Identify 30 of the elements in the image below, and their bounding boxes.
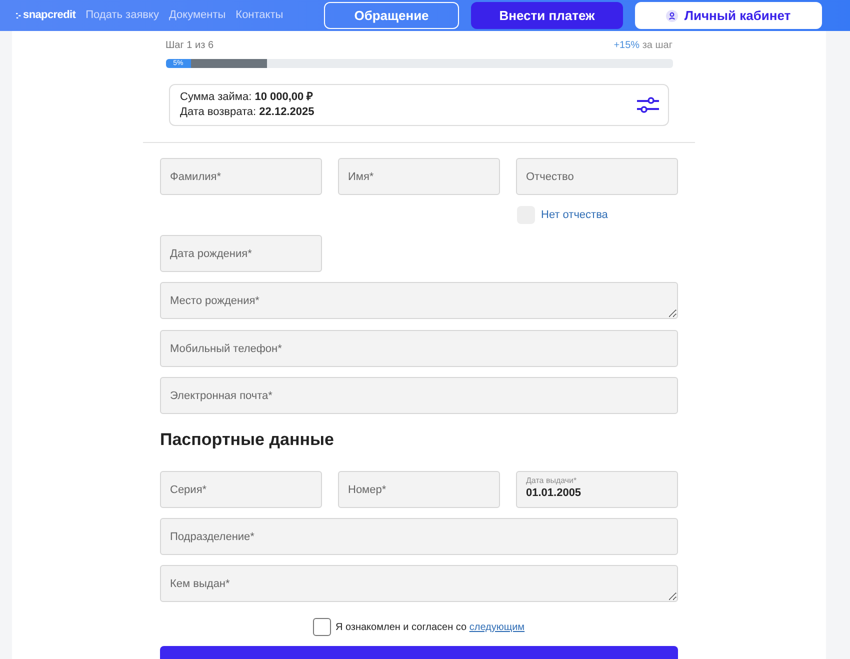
agreement-text: Я ознакомлен и согласен со следующим xyxy=(335,620,525,634)
nav-link[interactable]: Контакты xyxy=(236,7,284,24)
date-field[interactable]: Дата выдачи* 01.01.2005 xyxy=(516,471,678,508)
input-field[interactable]: Фамилия* xyxy=(160,158,322,195)
user-icon xyxy=(666,10,678,22)
textarea-field[interactable]: Место рождения* xyxy=(160,282,678,319)
summary-text: Дата возврата: 22.12.2025 xyxy=(180,105,314,120)
section-heading: Паспортные данные xyxy=(160,429,334,451)
account-button[interactable]: Личный кабинет xyxy=(635,2,822,29)
input-field[interactable]: Дата рождения* xyxy=(160,235,322,272)
agreement-link[interactable]: следующим xyxy=(469,622,525,632)
textarea-field[interactable]: Кем выдан* xyxy=(160,565,678,602)
sliders-icon[interactable] xyxy=(637,97,659,113)
step-text: Шаг 1 из 6 xyxy=(166,40,214,52)
logo-icon xyxy=(16,12,22,18)
input-field[interactable]: Электронная почта* xyxy=(160,377,678,414)
input-field[interactable]: Серия* xyxy=(160,471,322,508)
summary-text: Сумма займа: 10 000,00 ₽ xyxy=(180,90,314,105)
checkbox[interactable] xyxy=(313,618,332,636)
appeal-button[interactable]: Обращение xyxy=(324,2,459,29)
step-bonus-text: +15% за шаг xyxy=(614,40,672,52)
nav-link[interactable]: Документы xyxy=(168,7,226,24)
input-field[interactable]: Номер* xyxy=(338,471,500,508)
input-field[interactable]: Отчество xyxy=(516,158,678,195)
payment-button[interactable]: Внести платеж xyxy=(471,2,623,29)
input-field[interactable]: Подразделение* xyxy=(160,518,678,555)
input-field[interactable]: Имя* xyxy=(338,158,500,195)
checkbox-label[interactable]: Нет отчества xyxy=(541,206,608,224)
logo-text[interactable]: snapcredit xyxy=(23,7,76,24)
input-field[interactable]: Мобильный телефон* xyxy=(160,330,678,367)
